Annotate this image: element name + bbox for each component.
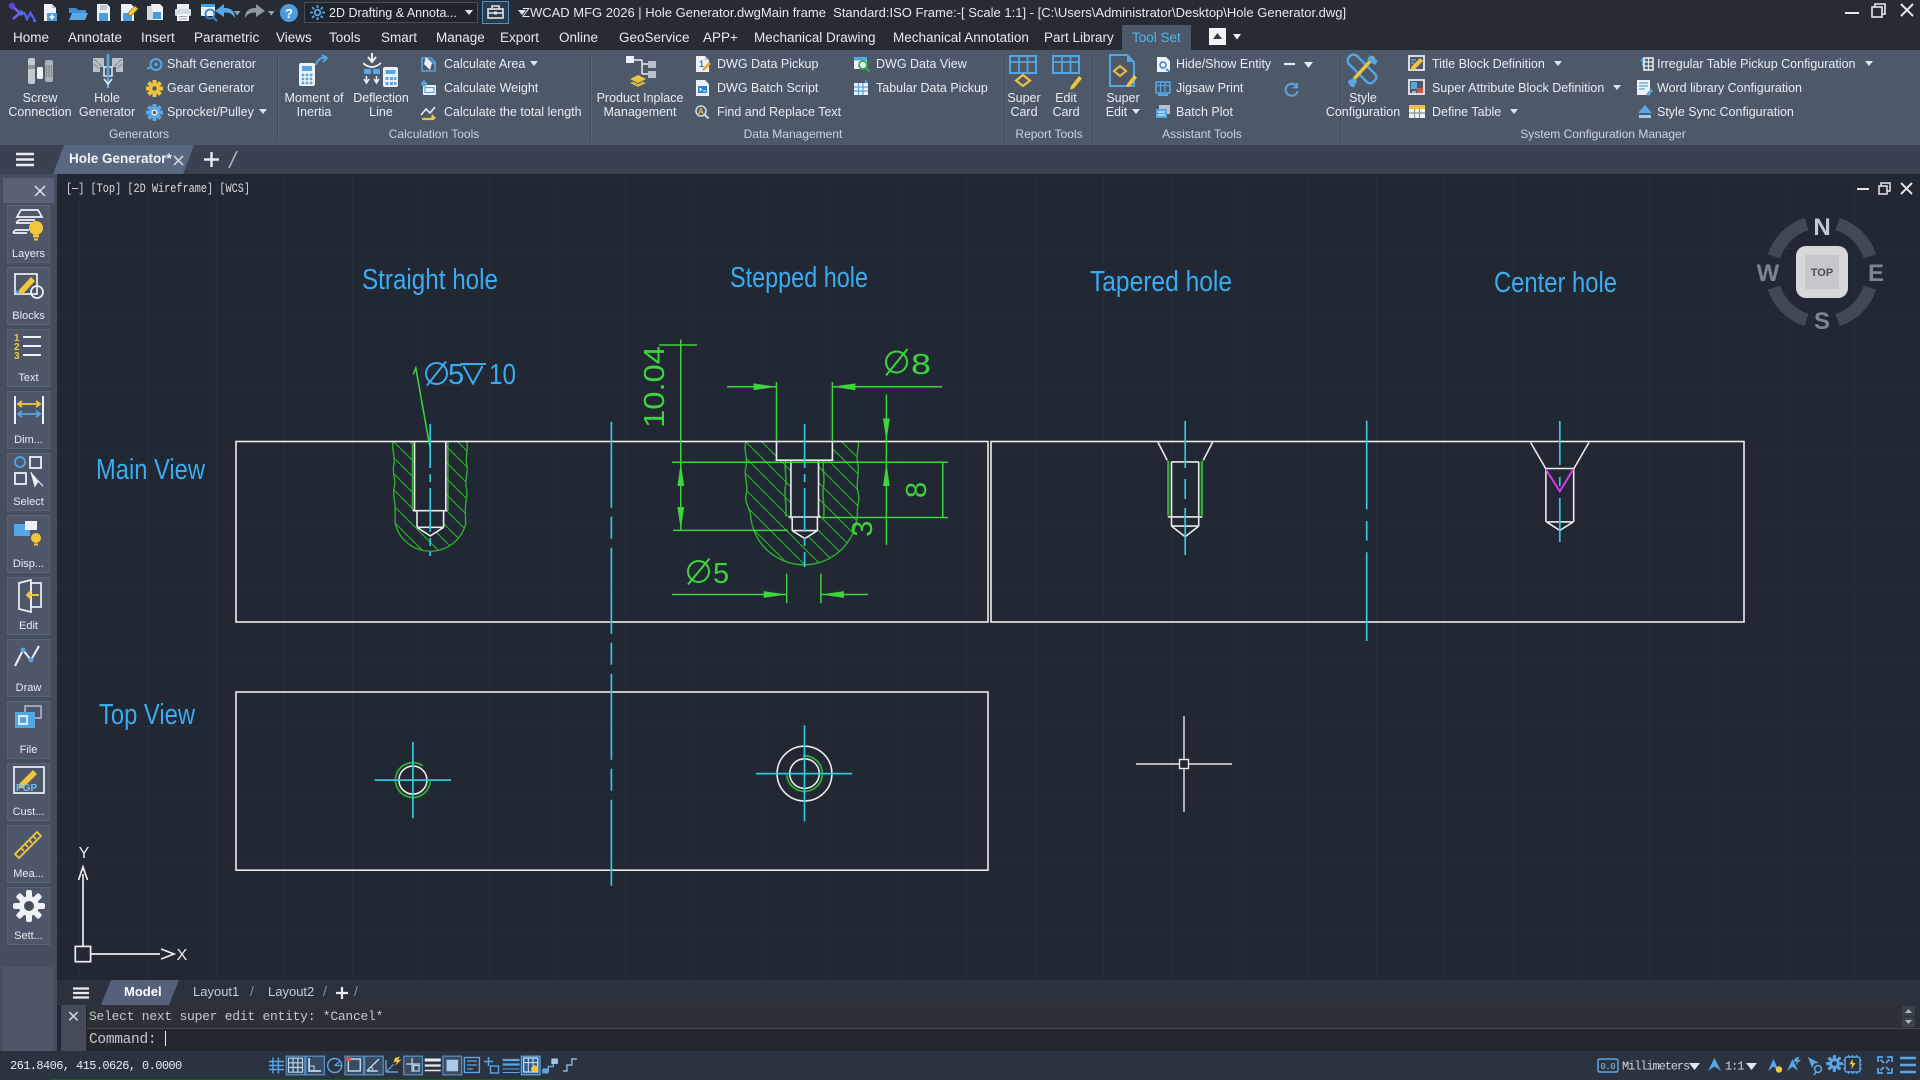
svg-text:Tapered hole: Tapered hole: [1090, 266, 1232, 298]
svg-text:0.0: 0.0: [1601, 1062, 1616, 1072]
svg-text:S: S: [1814, 308, 1830, 335]
svg-text:Stepped hole: Stepped hole: [730, 262, 868, 294]
svg-text:[—] [Top] [2D Wireframe] [WCS]: [—] [Top] [2D Wireframe] [WCS]: [66, 182, 250, 196]
svg-text:8: 8: [901, 482, 933, 498]
svg-text:E: E: [1868, 260, 1884, 287]
svg-text:?: ?: [285, 6, 293, 21]
svg-text:10: 10: [489, 359, 516, 391]
svg-text:1: 1: [699, 59, 704, 69]
svg-text:3: 3: [847, 521, 879, 537]
svg-text:10.04: 10.04: [639, 346, 671, 428]
svg-text:3: 3: [14, 351, 20, 362]
svg-text:A: A: [698, 107, 704, 116]
svg-text:X: X: [177, 947, 188, 964]
svg-text:5: 5: [713, 558, 729, 590]
svg-text:PGP: PGP: [16, 783, 37, 794]
svg-text:8: 8: [911, 349, 931, 381]
svg-text:N: N: [1813, 214, 1830, 241]
svg-text:Main View: Main View: [96, 454, 205, 486]
svg-text:Millimeters: Millimeters: [1622, 1060, 1690, 1074]
svg-text:Straight hole: Straight hole: [362, 264, 498, 296]
svg-text:Y: Y: [79, 845, 90, 862]
svg-text:TOP: TOP: [1811, 267, 1833, 279]
svg-text:1:1: 1:1: [1725, 1060, 1744, 1074]
svg-text:W: W: [1757, 260, 1780, 287]
svg-text:Top View: Top View: [99, 699, 195, 731]
svg-text:Center hole: Center hole: [1494, 267, 1617, 299]
